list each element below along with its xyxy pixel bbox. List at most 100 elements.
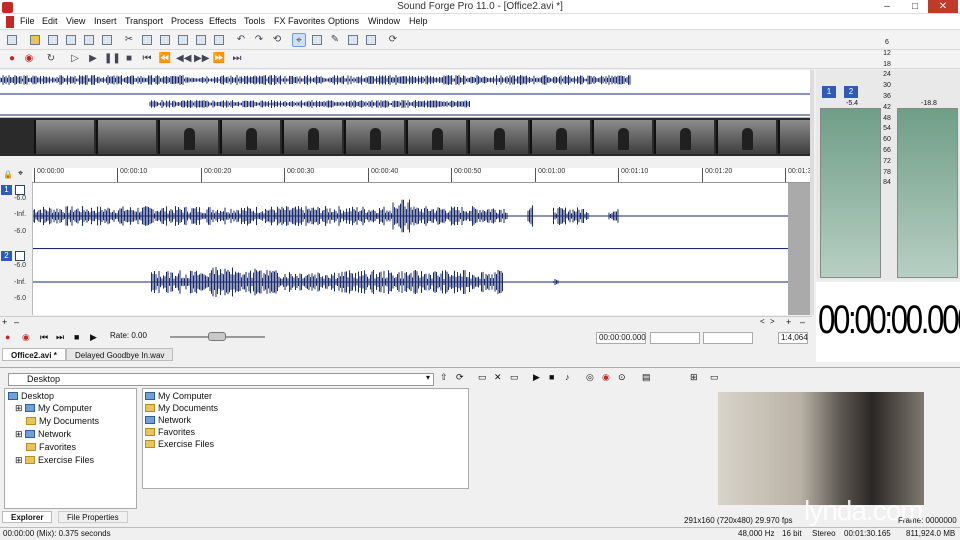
menu-transport[interactable]: Transport: [125, 16, 163, 26]
track-1-minimize-button[interactable]: [15, 185, 25, 195]
tree-item-my-documents[interactable]: My Documents: [26, 416, 99, 426]
record-icon[interactable]: ●: [5, 52, 19, 66]
monitor-icon[interactable]: ▭: [710, 372, 719, 383]
scroll-left-icon[interactable]: <: [760, 317, 765, 326]
tab-delayed-goodbye[interactable]: Delayed Goodbye In.wav: [66, 348, 174, 361]
track-2-minimize-button[interactable]: [15, 251, 25, 261]
redo-icon[interactable]: ↷: [252, 33, 266, 47]
menu-insert[interactable]: Insert: [94, 16, 117, 26]
rate-slider-thumb[interactable]: [208, 332, 226, 341]
prev-marker-icon[interactable]: ⏪: [158, 52, 172, 66]
play-icon[interactable]: ▶: [90, 332, 97, 343]
waveform-channel-2[interactable]: [33, 250, 810, 315]
address-dropdown[interactable]: Desktop: [8, 373, 434, 386]
stop-icon[interactable]: ■: [74, 332, 79, 342]
menu-help[interactable]: Help: [409, 16, 428, 26]
paste-icon[interactable]: [158, 33, 172, 47]
scroll-right-icon[interactable]: >: [770, 317, 775, 326]
search-icon[interactable]: ⊙: [618, 372, 626, 383]
tree-item-favorites[interactable]: Favorites: [26, 442, 76, 452]
repeat-icon[interactable]: ⟲: [270, 33, 284, 47]
go-to-start-icon[interactable]: ⏮: [40, 332, 48, 343]
folder-tree[interactable]: Desktop ⊞ My Computer My Documents ⊞ Net…: [4, 388, 137, 509]
menu-view[interactable]: View: [66, 16, 85, 26]
track-1-number[interactable]: 1: [1, 185, 12, 195]
menu-tools[interactable]: Tools: [244, 16, 265, 26]
crop-icon[interactable]: [194, 33, 208, 47]
forward-icon[interactable]: ▶▶: [194, 52, 209, 66]
play-all-icon[interactable]: ▷: [68, 52, 82, 66]
vertical-scrollbar[interactable]: [810, 70, 814, 315]
channel-1-button[interactable]: 1: [822, 86, 836, 98]
play-icon[interactable]: ▶: [86, 52, 100, 66]
envelope-tool-icon[interactable]: [346, 33, 360, 47]
view-options-icon[interactable]: ▤: [642, 372, 651, 383]
pencil-tool-icon[interactable]: ✎: [328, 33, 342, 47]
next-marker-icon[interactable]: ⏩: [212, 52, 226, 66]
close-button[interactable]: ✕: [928, 0, 958, 13]
record-icon[interactable]: ●: [5, 332, 10, 342]
tree-item-desktop[interactable]: Desktop: [8, 391, 54, 401]
cut-icon[interactable]: ✂: [122, 33, 136, 47]
burn-icon[interactable]: ◉: [602, 372, 610, 383]
save-icon[interactable]: [46, 33, 60, 47]
refresh-icon[interactable]: ⟳: [456, 372, 464, 383]
pause-icon[interactable]: ❚❚: [104, 52, 121, 66]
h-zoom-out-icon[interactable]: –: [800, 317, 805, 327]
record-arm-icon[interactable]: ◉: [22, 52, 36, 66]
event-tool-icon[interactable]: [364, 33, 378, 47]
menu-window[interactable]: Window: [368, 16, 400, 26]
go-to-start-icon[interactable]: ⏮: [140, 52, 154, 66]
list-item[interactable]: My Documents: [145, 403, 218, 413]
minimize-button[interactable]: –: [874, 0, 900, 13]
list-item[interactable]: Favorites: [145, 427, 195, 437]
list-item[interactable]: My Computer: [145, 391, 212, 401]
up-folder-icon[interactable]: ⇧: [440, 372, 448, 383]
render-icon[interactable]: [82, 33, 96, 47]
loop-icon[interactable]: ↻: [44, 52, 58, 66]
mix-icon[interactable]: [176, 33, 190, 47]
tree-item-network[interactable]: ⊞ Network: [15, 429, 71, 440]
channel-2-button[interactable]: 2: [844, 86, 858, 98]
tree-item-my-computer[interactable]: ⊞ My Computer: [15, 403, 92, 414]
rewind-icon[interactable]: ◀◀: [176, 52, 191, 66]
region-icon[interactable]: ▭: [510, 372, 519, 383]
tab-file-properties[interactable]: File Properties: [58, 511, 128, 523]
list-item[interactable]: Network: [145, 415, 191, 425]
print-icon[interactable]: [100, 33, 114, 47]
go-to-end-icon[interactable]: ⏭: [56, 332, 64, 343]
chevron-down-icon[interactable]: ▾: [426, 373, 430, 382]
cd-icon[interactable]: ◎: [586, 372, 594, 383]
menu-process[interactable]: Process: [171, 16, 204, 26]
lock-icon[interactable]: 🔒: [3, 170, 13, 179]
h-zoom-in-icon[interactable]: +: [786, 317, 791, 327]
menu-file[interactable]: File: [20, 16, 35, 26]
menu-fx-favorites[interactable]: FX Favorites: [274, 16, 325, 26]
document-icon[interactable]: [6, 16, 14, 28]
tree-item-exercise-files[interactable]: ⊞ Exercise Files: [15, 455, 94, 466]
horizontal-scrollbar[interactable]: + – < > + –: [0, 316, 812, 328]
copy-icon[interactable]: [140, 33, 154, 47]
overview-waveform[interactable]: [0, 70, 812, 118]
menu-effects[interactable]: Effects: [209, 16, 236, 26]
menu-edit[interactable]: Edit: [42, 16, 58, 26]
waveform-channel-1[interactable]: [33, 183, 810, 249]
list-item[interactable]: Exercise Files: [145, 439, 214, 449]
marker-bar[interactable]: [0, 156, 812, 168]
play-icon[interactable]: ▶: [533, 372, 540, 383]
record-arm-icon[interactable]: ◉: [22, 332, 30, 343]
tab-office2[interactable]: Office2.avi *: [2, 348, 66, 361]
video-filmstrip[interactable]: [0, 118, 812, 156]
delete-icon[interactable]: ✕: [494, 372, 502, 383]
new-file-icon[interactable]: [5, 33, 19, 47]
zoom-out-icon[interactable]: –: [14, 317, 19, 327]
save-all-icon[interactable]: [64, 33, 78, 47]
refresh-icon[interactable]: ⟳: [386, 33, 400, 47]
track-2-number[interactable]: 2: [1, 251, 12, 261]
undo-icon[interactable]: ↶: [234, 33, 248, 47]
tab-explorer[interactable]: Explorer: [2, 511, 53, 523]
open-folder-icon[interactable]: [28, 33, 42, 47]
menu-options[interactable]: Options: [328, 16, 359, 26]
file-list[interactable]: My Computer My Documents Network Favorit…: [142, 388, 469, 489]
edit-tool-icon[interactable]: ⌖: [292, 33, 306, 47]
